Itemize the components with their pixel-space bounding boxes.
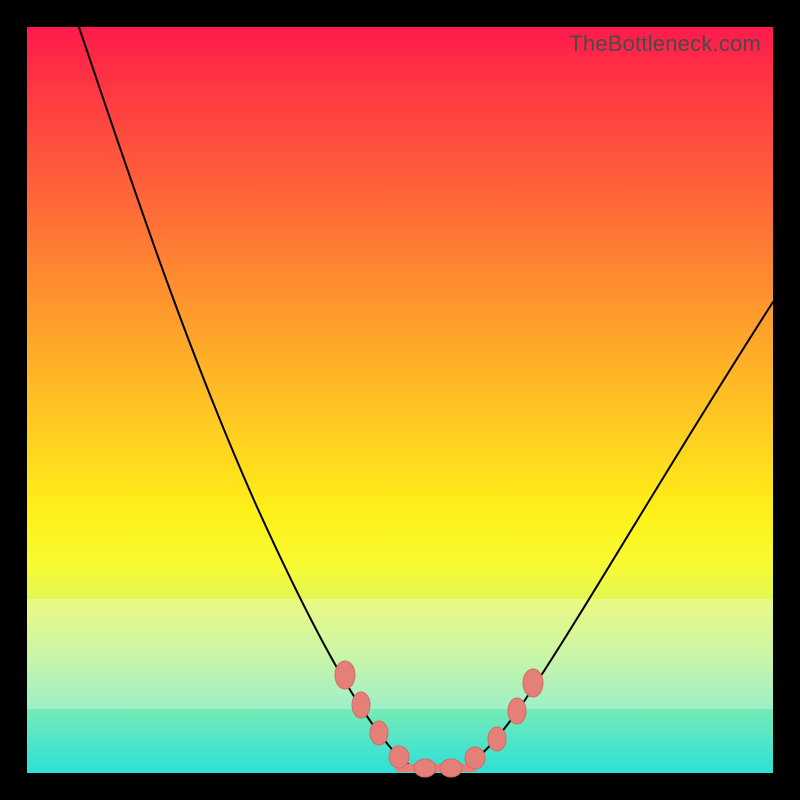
marker-point [335,661,355,689]
marker-point [488,727,506,751]
bottleneck-curve [27,27,773,773]
marker-point [465,747,485,769]
curve-markers [335,661,543,777]
marker-point [389,746,409,768]
curve-right [459,302,773,768]
marker-point [414,759,436,777]
marker-point [440,759,462,777]
marker-point [508,698,526,724]
chart-frame: TheBottleneck.com [0,0,800,800]
marker-point [352,692,370,718]
marker-point [370,721,388,745]
plot-area: TheBottleneck.com [27,27,773,773]
curve-left [72,7,415,768]
marker-point [523,669,543,697]
